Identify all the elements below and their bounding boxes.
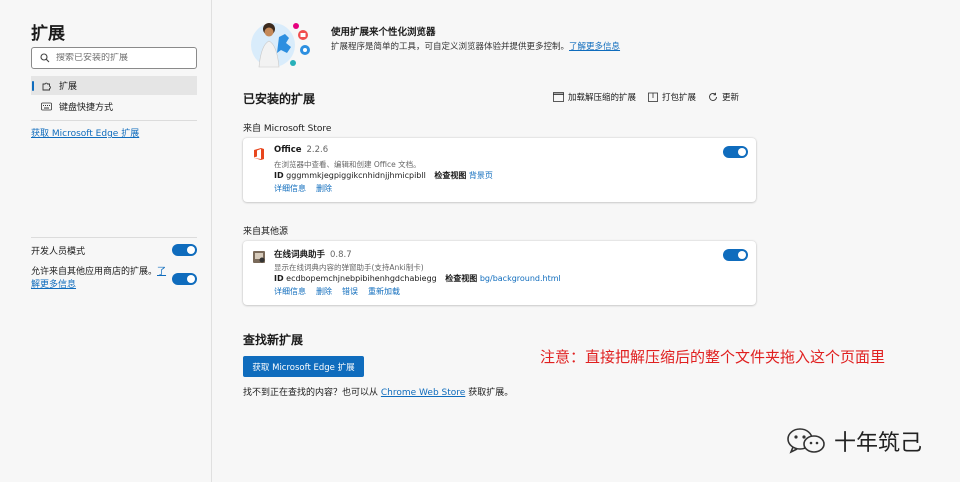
dev-mode-toggle[interactable] bbox=[172, 244, 197, 256]
remove-link[interactable]: 删除 bbox=[316, 183, 332, 194]
extension-card-office: Office 2.2.6 在浏览器中查看、编辑和创建 Office 文档。 ID … bbox=[243, 138, 756, 202]
refresh-icon bbox=[709, 92, 717, 101]
find-title: 查找新扩展 bbox=[243, 333, 304, 347]
extension-actions: 详细信息 删除 错误 重新加载 bbox=[274, 286, 400, 297]
remove-link[interactable]: 删除 bbox=[316, 286, 332, 297]
sidebar-title: 扩展 bbox=[31, 24, 65, 44]
inspect-view-link[interactable]: 背景页 bbox=[469, 171, 493, 180]
id-label: ID bbox=[274, 274, 284, 283]
load-unpacked-label: 加载解压缩的扩展 bbox=[568, 93, 637, 103]
banner-title: 使用扩展来个性化浏览器 bbox=[331, 27, 436, 38]
keyboard-icon bbox=[41, 101, 52, 112]
allow-other-stores-toggle[interactable] bbox=[172, 273, 197, 285]
get-extensions-link[interactable]: 获取 Microsoft Edge 扩展 bbox=[31, 126, 139, 139]
errors-link[interactable]: 错误 bbox=[342, 286, 358, 297]
extension-id-row: ID ecdbopemchjnebpibihenhgdchabiegg 检查视图… bbox=[274, 273, 561, 284]
reload-link[interactable]: 重新加载 bbox=[368, 286, 400, 297]
banner-desc-text: 扩展程序是简单的工具，可自定义浏览器体验并提供更多控制。 bbox=[331, 42, 570, 52]
sidebar-item-keyboard-shortcuts[interactable]: 键盘快捷方式 bbox=[31, 97, 197, 116]
refresh-button[interactable]: 更新 bbox=[708, 91, 739, 103]
find-note-post: 获取扩展。 bbox=[468, 388, 514, 398]
extension-version: 2.2.6 bbox=[306, 145, 329, 155]
extension-desc: 在浏览器中查看、编辑和创建 Office 文档。 bbox=[274, 160, 421, 169]
inspect-label: 检查视图 bbox=[434, 171, 467, 180]
banner-learn-more-link[interactable]: 了解更多信息 bbox=[569, 42, 620, 52]
extension-id: ecdbopemchjnebpibihenhgdchabiegg bbox=[286, 274, 437, 283]
inspect-label: 检查视图 bbox=[445, 274, 478, 283]
sidebar-divider bbox=[31, 120, 197, 121]
sidebar: 扩展 扩展 键盘快捷方式 获取 Microsoft Edge 扩展 开发人员模式… bbox=[0, 0, 212, 482]
sidebar-item-label: 扩展 bbox=[59, 82, 78, 92]
extension-name-row: 在线词典助手 0.8.7 bbox=[274, 248, 352, 260]
wechat-icon bbox=[787, 428, 825, 454]
section-from-other: 来自其他源 bbox=[243, 227, 289, 237]
get-extensions-button[interactable]: 获取 Microsoft Edge 扩展 bbox=[243, 356, 364, 377]
pack-icon bbox=[648, 92, 658, 102]
sidebar-nav: 扩展 键盘快捷方式 bbox=[31, 76, 197, 118]
extension-name: 在线词典助手 bbox=[274, 250, 326, 260]
id-label: ID bbox=[274, 171, 284, 180]
chrome-web-store-link[interactable]: Chrome Web Store bbox=[381, 388, 465, 398]
watermark: 十年筑己 bbox=[786, 425, 922, 457]
extensions-icon bbox=[41, 80, 52, 91]
installed-title: 已安装的扩展 bbox=[243, 92, 316, 106]
extension-name-row: Office 2.2.6 bbox=[274, 145, 328, 155]
allow-other-stores-label: 允许来自其他应用商店的扩展。 bbox=[31, 267, 158, 277]
office-icon bbox=[254, 148, 264, 160]
extension-name: Office bbox=[274, 145, 302, 155]
sidebar-divider bbox=[31, 237, 197, 238]
dictionary-icon bbox=[253, 251, 265, 263]
details-link[interactable]: 详细信息 bbox=[274, 286, 306, 297]
allow-other-stores-text: 允许来自其他应用商店的扩展。了解更多信息 bbox=[31, 266, 167, 292]
details-link[interactable]: 详细信息 bbox=[274, 183, 306, 194]
pack-extension-button[interactable]: 打包扩展 bbox=[648, 91, 696, 103]
load-unpacked-button[interactable]: 加载解压缩的扩展 bbox=[553, 91, 636, 103]
extension-desc: 显示在线词典内容的弹窗助手(支持Anki制卡) bbox=[274, 263, 424, 272]
refresh-label: 更新 bbox=[722, 93, 740, 103]
watermark-text: 十年筑己 bbox=[834, 431, 923, 456]
extensions-toolbar: 加载解压缩的扩展 打包扩展 更新 bbox=[553, 91, 739, 103]
search-box[interactable] bbox=[31, 47, 197, 69]
section-from-store: 来自 Microsoft Store bbox=[243, 124, 332, 134]
extension-toggle[interactable] bbox=[723, 249, 748, 261]
extension-id: gggmmkjegpiggikcnhidnjjhmicpibll bbox=[286, 171, 426, 180]
extension-version: 0.8.7 bbox=[330, 250, 352, 260]
search-icon bbox=[40, 53, 50, 63]
extension-actions: 详细信息 删除 bbox=[274, 183, 332, 194]
pack-label: 打包扩展 bbox=[662, 93, 697, 103]
inspect-view-link[interactable]: bg/background.html bbox=[480, 274, 561, 283]
dev-mode-label: 开发人员模式 bbox=[31, 247, 86, 257]
load-unpacked-icon bbox=[553, 92, 564, 102]
search-input[interactable] bbox=[56, 53, 186, 63]
sidebar-item-label: 键盘快捷方式 bbox=[59, 103, 114, 113]
allow-other-stores-row: 允许来自其他应用商店的扩展。了解更多信息 bbox=[31, 266, 197, 292]
dev-mode-row: 开发人员模式 bbox=[31, 244, 197, 257]
find-note-pre: 找不到正在查找的内容？也可以从 bbox=[243, 388, 379, 398]
banner-illustration bbox=[251, 23, 310, 68]
banner-desc: 扩展程序是简单的工具，可自定义浏览器体验并提供更多控制。了解更多信息 bbox=[331, 40, 620, 52]
extension-id-row: ID gggmmkjegpiggikcnhidnjjhmicpibll 检查视图… bbox=[274, 170, 493, 181]
extension-card-dictionary: 在线词典助手 0.8.7 显示在线词典内容的弹窗助手(支持Anki制卡) ID e… bbox=[243, 241, 756, 305]
extension-toggle[interactable] bbox=[723, 146, 748, 158]
sidebar-item-extensions[interactable]: 扩展 bbox=[31, 76, 197, 95]
annotation-text: 注意：直接把解压缩后的整个文件夹拖入这个页面里 bbox=[540, 348, 886, 366]
find-note: 找不到正在查找的内容？也可以从 Chrome Web Store 获取扩展。 bbox=[243, 385, 513, 398]
